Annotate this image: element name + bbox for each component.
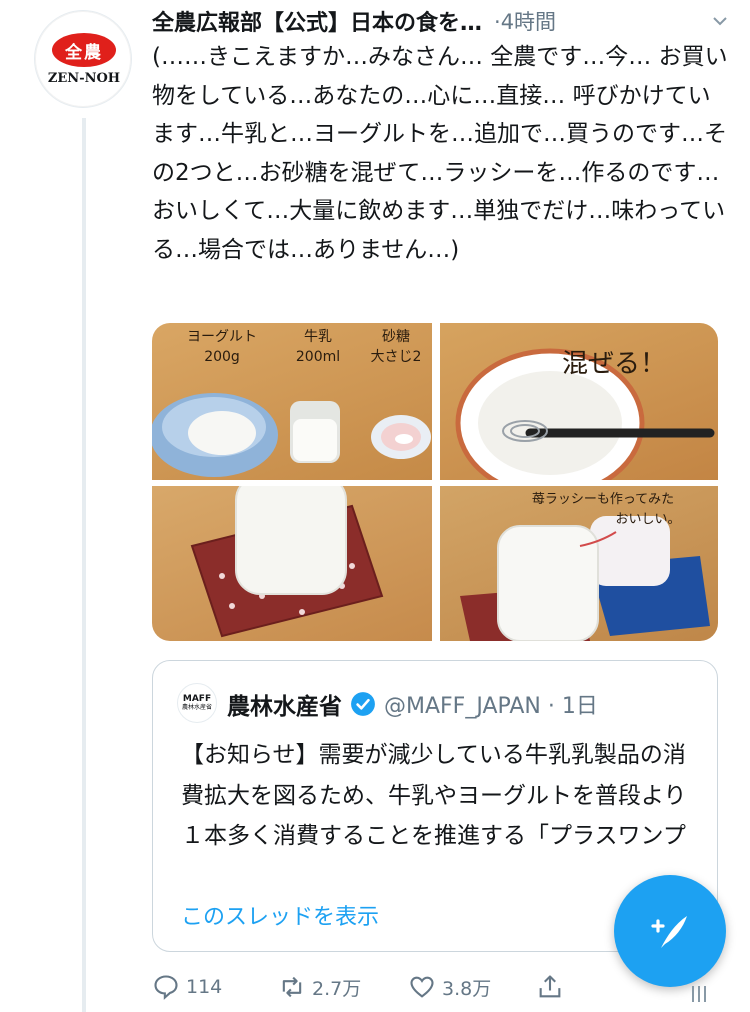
verified-badge-icon <box>351 692 375 716</box>
media-image-lassi-glass[interactable] <box>152 486 432 641</box>
chevron-down-icon[interactable] <box>712 13 728 29</box>
quoted-author-avatar[interactable]: MAFF 農林水産省 <box>177 683 217 723</box>
retweet-count: 2.7万 <box>312 977 362 1000</box>
show-thread-link[interactable]: このスレッドを表示 <box>181 899 379 931</box>
maff-logo-text: MAFF <box>182 694 212 704</box>
quoted-author-name[interactable]: 農林水産省 <box>227 687 342 721</box>
reply-button[interactable]: 114 <box>152 966 222 1008</box>
tweet-actions: 114 2.7万 3.8万 <box>152 966 712 1008</box>
maff-logo-subtext: 農林水産省 <box>181 704 212 711</box>
quoted-tweet-header: 農林水産省 @MAFF_JAPAN · 1日 <box>227 687 598 721</box>
quoted-tweet-text: 【お知らせ】需要が減少している牛乳乳製品の消費拡大を図るため、牛乳やヨーグルトを… <box>181 742 687 849</box>
yogurt-label: ヨーグルト <box>187 329 257 345</box>
lassi-glass-illustration <box>190 486 384 638</box>
tweet-media-grid[interactable]: ヨーグルト 200g 牛乳 200ml 砂糖 大さじ2 混ぜる！ 苺ラッシーも作… <box>152 323 718 641</box>
like-button[interactable]: 3.8万 <box>408 966 491 1008</box>
media-image-ingredients[interactable]: ヨーグルト 200g 牛乳 200ml 砂糖 大さじ2 <box>152 323 432 480</box>
tweet-header: 全農広報部【公式】日本の食を… ·4時間 <box>152 4 742 38</box>
zennoh-brand-text: ZEN-NOH <box>47 71 121 86</box>
author-display-name[interactable]: 全農広報部【公式】日本の食を… <box>152 5 482 37</box>
tweet-time[interactable]: ·4時間 <box>494 6 556 36</box>
yogurt-amount: 200g <box>204 349 240 365</box>
media-image-strawberry-lassi[interactable]: 苺ラッシーも作ってみた おいしい。 <box>440 486 718 641</box>
share-button[interactable] <box>536 966 570 1008</box>
author-avatar[interactable]: 全農 ZEN-NOH <box>34 10 132 108</box>
media-image-mixing[interactable]: 混ぜる！ <box>440 323 718 480</box>
zennoh-logo: 全農 <box>52 33 116 67</box>
milk-amount: 200ml <box>295 349 341 365</box>
scroll-grip-icon <box>692 986 706 1002</box>
thread-line <box>82 118 86 1012</box>
tweet-text: (……きこえますか…みなさん… 全農です…今… お買い物をしている…あなたの…心… <box>152 44 728 263</box>
sugar-amount: 大さじ2 <box>370 349 422 365</box>
milk-label: 牛乳 <box>304 329 332 345</box>
reply-count: 114 <box>186 976 223 998</box>
mix-caption: 混ぜる！ <box>562 349 667 379</box>
retweet-icon <box>282 976 302 998</box>
strawberry-note-line1: 苺ラッシーも作ってみた <box>531 492 675 507</box>
strawberry-note-line2: おいしい。 <box>615 512 681 527</box>
heart-icon <box>410 976 434 998</box>
sugar-label: 砂糖 <box>382 329 410 345</box>
retweet-button[interactable]: 2.7万 <box>278 966 361 1008</box>
share-icon <box>539 975 561 998</box>
like-count: 3.8万 <box>442 977 492 1000</box>
quoted-handle-time[interactable]: @MAFF_JAPAN · 1日 <box>384 688 598 720</box>
compose-tweet-button[interactable] <box>614 875 726 987</box>
compose-feather-icon <box>651 916 687 948</box>
reply-icon <box>154 975 178 1000</box>
